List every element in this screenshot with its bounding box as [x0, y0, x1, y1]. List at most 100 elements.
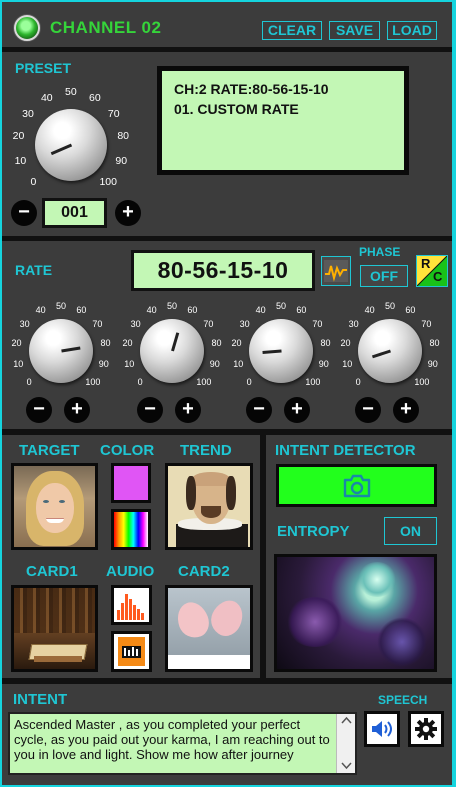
phase-toggle-button[interactable]: OFF: [360, 265, 408, 287]
knob-scale-label: 100: [305, 377, 321, 388]
rc-icon[interactable]: R C: [416, 255, 448, 287]
card1-label: CARD1: [26, 563, 78, 580]
knob-scale-label: 10: [13, 359, 24, 370]
target-image[interactable]: [11, 463, 98, 550]
knob-scale-label: 90: [115, 155, 128, 168]
phase-label: PHASE: [359, 245, 401, 259]
save-button[interactable]: SAVE: [329, 21, 380, 40]
audio-file-icon[interactable]: [111, 631, 152, 672]
rate-knob-2-decrement-button[interactable]: −: [137, 397, 163, 423]
knob-scale-label: 30: [239, 319, 250, 330]
rate-knob-3[interactable]: [249, 319, 313, 383]
knob-scale-label: 30: [130, 319, 141, 330]
trend-image[interactable]: [165, 463, 253, 550]
knob-scale-label: 10: [342, 359, 353, 370]
rate-value: 80-56-15-10: [134, 253, 312, 288]
preset-number: 001: [45, 201, 104, 225]
rate-knob-4-decrement-button[interactable]: −: [355, 397, 381, 423]
color-swatch[interactable]: [111, 463, 151, 503]
intent-scrollbar[interactable]: [336, 714, 355, 773]
knob-scale-label: 90: [209, 359, 220, 370]
rate-knob-1-increment-button[interactable]: +: [64, 397, 90, 423]
knob-scale-label: 100: [85, 377, 101, 388]
knob-pointer: [170, 332, 179, 352]
knob-scale-label: 80: [100, 338, 111, 349]
rate-knob-3-increment-button[interactable]: +: [284, 397, 310, 423]
knob-scale-label: 100: [99, 176, 117, 189]
color-label: COLOR: [100, 442, 155, 459]
speech-settings-button[interactable]: [408, 711, 444, 747]
card1-image[interactable]: [11, 585, 98, 672]
color-spectrum-icon[interactable]: [111, 509, 151, 550]
channel-panel: CHANNEL 02 CLEAR SAVE LOAD PRESET CH:2 R…: [0, 0, 456, 787]
gear-icon: [415, 718, 437, 740]
preset-lcd-display: CH:2 RATE:80-56-15-10 01. CUSTOM RATE: [157, 66, 409, 175]
target-label: TARGET: [19, 442, 80, 459]
channel-title: CHANNEL 02: [50, 18, 162, 37]
preset-increment-button[interactable]: +: [115, 200, 141, 226]
rate-knob-1[interactable]: [29, 319, 93, 383]
knob-scale-label: 30: [22, 107, 34, 120]
audio-label: AUDIO: [106, 563, 155, 580]
knob-scale-label: 70: [203, 319, 214, 330]
divider: [2, 678, 452, 684]
rate-knob-2[interactable]: [140, 319, 204, 383]
load-button[interactable]: LOAD: [387, 21, 437, 40]
rate-knob-4-increment-button[interactable]: +: [393, 397, 419, 423]
divider: [260, 432, 266, 680]
knob-pointer: [261, 349, 282, 355]
knob-scale-label: 60: [89, 91, 101, 104]
clear-button[interactable]: CLEAR: [262, 21, 322, 40]
entropy-toggle-button[interactable]: ON: [384, 517, 437, 545]
knob-scale-label: 60: [405, 305, 416, 316]
intent-detector-button[interactable]: [276, 464, 437, 507]
speaker-icon: [372, 721, 392, 737]
knob-scale-label: 10: [124, 359, 135, 370]
speak-button[interactable]: [364, 711, 400, 747]
intent-label: INTENT: [13, 691, 68, 708]
knob-scale-label: 40: [255, 305, 266, 316]
rate-value-display: 80-56-15-10: [131, 250, 315, 291]
channel-status-led: [14, 15, 40, 41]
knob-scale-label: 50: [167, 300, 178, 311]
rate-knob-3-decrement-button[interactable]: −: [246, 397, 272, 423]
preset-label: PRESET: [15, 60, 72, 76]
knob-scale-label: 0: [26, 377, 32, 388]
knob-scale-label: 70: [312, 319, 323, 330]
knob-scale-label: 90: [318, 359, 329, 370]
knob-scale-label: 10: [14, 155, 27, 168]
intent-textarea[interactable]: Ascended Master , as you completed your …: [8, 712, 357, 775]
intent-text: Ascended Master , as you completed your …: [14, 717, 330, 762]
knob-scale-label: 0: [355, 377, 361, 388]
knob-scale-label: 50: [385, 300, 396, 311]
knob-scale-label: 10: [233, 359, 244, 370]
knob-scale-label: 0: [137, 377, 143, 388]
knob-scale-label: 20: [122, 338, 133, 349]
rate-knob-4[interactable]: [358, 319, 422, 383]
preset-number-display: 001: [42, 198, 107, 228]
knob-scale-label: 80: [117, 130, 130, 143]
knob-pointer: [50, 143, 72, 155]
knob-scale-label: 100: [414, 377, 430, 388]
preset-decrement-button[interactable]: −: [11, 200, 37, 226]
intent-detector-label: INTENT DETECTOR: [275, 442, 416, 459]
rate-knob-1-decrement-button[interactable]: −: [26, 397, 52, 423]
card2-image[interactable]: [165, 585, 253, 672]
divider: [2, 47, 452, 52]
knob-scale-label: 50: [65, 85, 77, 98]
rc-label-c: C: [433, 269, 443, 284]
divider: [2, 236, 452, 241]
knob-scale-label: 20: [12, 130, 25, 143]
knob-scale-label: 70: [92, 319, 103, 330]
camera-icon: [343, 474, 370, 497]
knob-scale-label: 40: [146, 305, 157, 316]
waveform-icon[interactable]: [321, 256, 351, 286]
preset-knob[interactable]: [35, 109, 107, 181]
knob-scale-label: 60: [296, 305, 307, 316]
knob-scale-label: 50: [56, 300, 67, 311]
rate-knob-2-increment-button[interactable]: +: [175, 397, 201, 423]
knob-scale-label: 60: [76, 305, 87, 316]
spectrum-icon[interactable]: [111, 585, 152, 625]
entropy-image: [274, 554, 437, 672]
rate-label: RATE: [15, 262, 53, 278]
